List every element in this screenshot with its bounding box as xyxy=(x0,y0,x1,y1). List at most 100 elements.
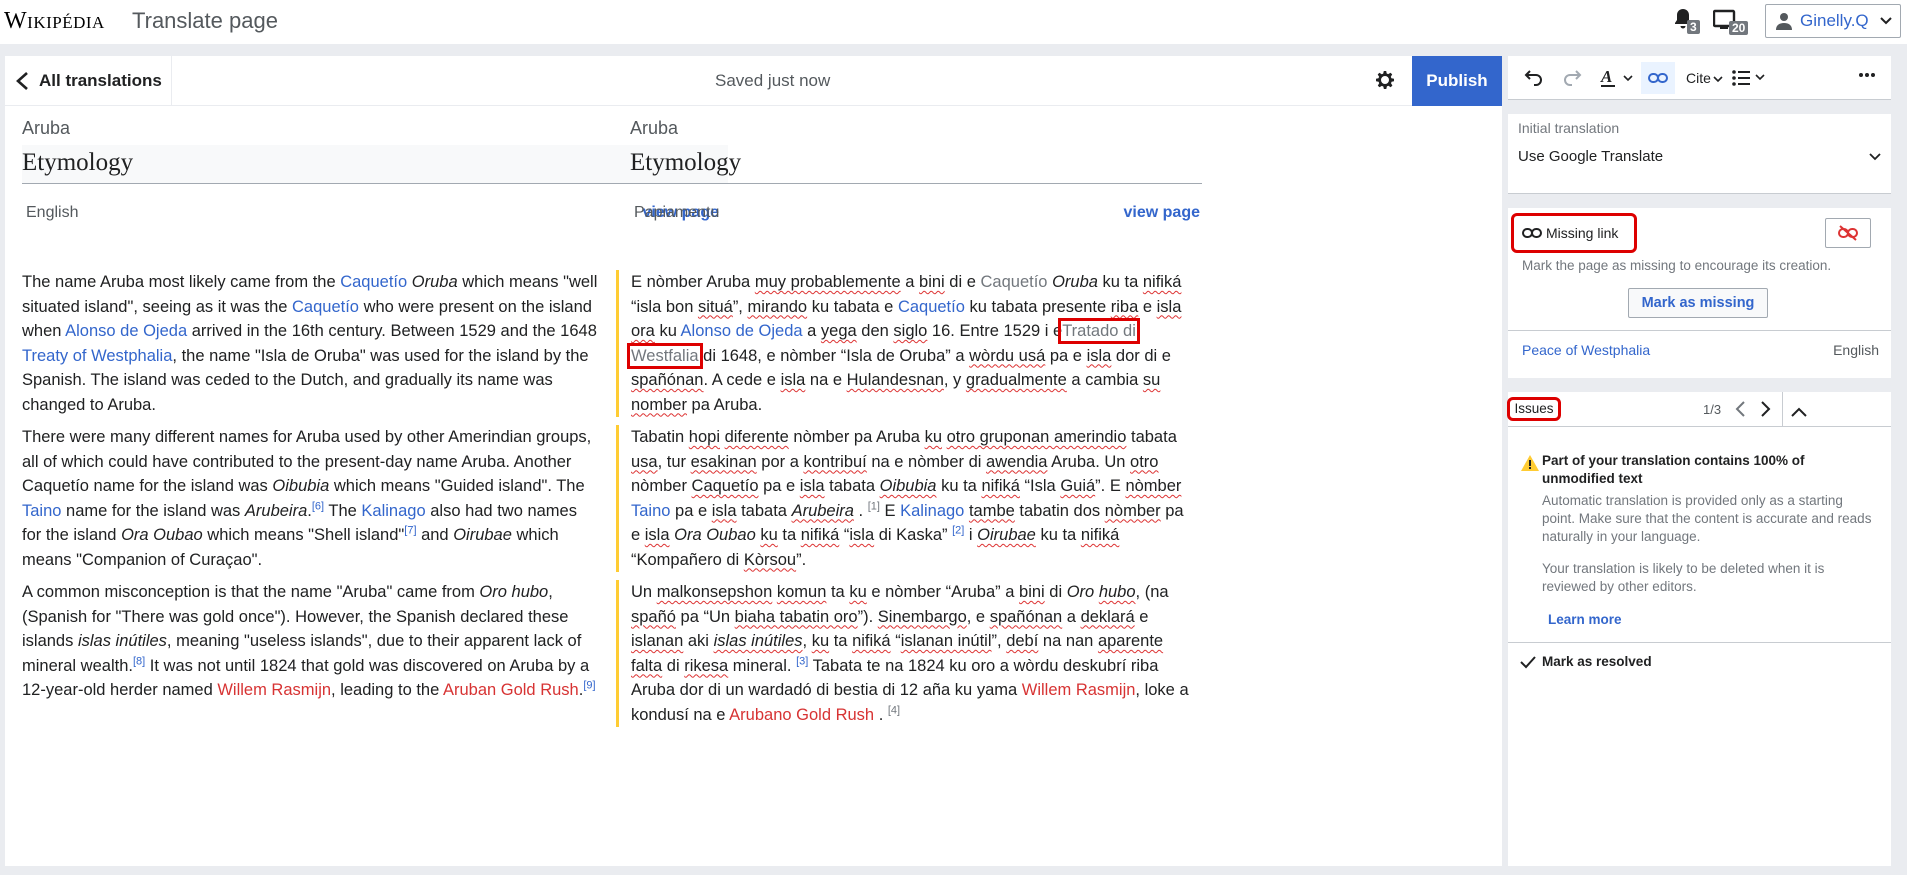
translation-editor: All translations Saved just now Publish … xyxy=(5,56,1502,866)
chevron-down-icon xyxy=(1869,152,1881,160)
link-icon xyxy=(1648,73,1668,83)
top-header: Wikipédia Translate page 3 20 Ginelly.Q xyxy=(0,0,1907,44)
initial-translation-card: Initial translation Use Google Translate xyxy=(1508,114,1891,194)
editor-toolbar: All translations Saved just now Publish xyxy=(5,56,1502,106)
citation[interactable]: [1] xyxy=(868,500,880,512)
target-paragraph-1[interactable]: E nòmber Aruba muy probablemente a bini … xyxy=(616,270,1192,417)
svg-text:A: A xyxy=(1600,68,1612,86)
link-caquetio[interactable]: Caquetío xyxy=(898,298,965,316)
link-aruban-gold-rush[interactable]: Aruban Gold Rush xyxy=(443,681,579,699)
citation[interactable]: [7] xyxy=(404,525,416,537)
more-options-button[interactable] xyxy=(1858,66,1876,88)
link-caquetio[interactable]: Caquetío xyxy=(292,298,359,316)
citation[interactable]: [9] xyxy=(583,680,595,692)
text-style-button[interactable]: A xyxy=(1600,67,1634,92)
save-status: Saved just now xyxy=(715,71,831,90)
separator xyxy=(1508,100,1891,114)
user-menu-button[interactable]: Ginelly.Q xyxy=(1765,4,1901,38)
unlink-icon xyxy=(1838,225,1858,241)
format-toolbar: A Cite xyxy=(1508,56,1891,100)
chevron-left-icon xyxy=(1735,401,1745,417)
target-page-title: Aruba xyxy=(630,118,679,138)
link-taino[interactable]: Taino xyxy=(22,502,61,520)
logo-text: Wikipédia xyxy=(4,8,105,34)
divider xyxy=(1782,392,1783,426)
link-alonso-de-ojeda[interactable]: Alonso de Ojeda xyxy=(681,322,803,340)
initial-translation-label: Initial translation xyxy=(1518,120,1620,136)
alerts-button[interactable]: 20 xyxy=(1712,9,1753,37)
publish-button[interactable]: Publish xyxy=(1412,56,1502,106)
undo-icon xyxy=(1524,70,1542,86)
issues-card: Issues 1/3 Part of your translation cont… xyxy=(1507,392,1891,692)
target-language: Papiamentu xyxy=(634,204,720,221)
wikipedia-logo[interactable]: Wikipédia xyxy=(4,8,105,35)
issues-title: Issues xyxy=(1507,397,1561,421)
citation[interactable]: [8] xyxy=(133,655,145,667)
divider xyxy=(1508,426,1891,427)
link-caquetio[interactable]: Caquetío xyxy=(340,273,407,291)
username: Ginelly.Q xyxy=(1800,11,1869,30)
issue-warning-title: Part of your translation contains 100% o… xyxy=(1542,453,1805,486)
chevron-right-icon xyxy=(1761,401,1771,417)
divider xyxy=(1508,330,1891,331)
issue-body-2: Your translation is likely to be deleted… xyxy=(1542,561,1825,594)
source-link-peace-of-westphalia[interactable]: Peace of Westphalia xyxy=(1522,342,1650,358)
missing-link-card: Missing link Mark the page as missing to… xyxy=(1508,208,1891,400)
issues-counter: 1/3 xyxy=(1703,402,1722,417)
separator xyxy=(1508,378,1891,392)
target-paragraph-2[interactable]: Tabatin hopi diferente nòmber pa Aruba k… xyxy=(616,425,1192,572)
collapse-issues-button[interactable] xyxy=(1790,403,1808,423)
next-issue-button[interactable] xyxy=(1760,400,1772,423)
notifications-count: 3 xyxy=(1687,20,1700,34)
target-paragraph-3[interactable]: Un malkonsepshon komun ta ku e nòmber “A… xyxy=(616,580,1192,727)
source-link-language: English xyxy=(1833,342,1879,358)
link-button[interactable] xyxy=(1641,62,1675,94)
citation[interactable]: [4] xyxy=(888,704,900,716)
target-view-page-link[interactable]: view page xyxy=(1124,204,1200,222)
source-paragraph-3: A common misconception is that the name … xyxy=(22,583,596,699)
link-taino[interactable]: Taino xyxy=(631,502,670,520)
link-treaty-of-westphalia[interactable]: Treaty of Westphalia xyxy=(22,347,172,365)
mark-as-resolved-label: Mark as resolved xyxy=(1542,654,1652,669)
missing-link-description: Mark the page as missing to encourage it… xyxy=(1522,258,1832,273)
all-translations-button[interactable]: All translations xyxy=(5,56,172,106)
list-button[interactable] xyxy=(1732,70,1766,90)
previous-issue-button[interactable] xyxy=(1734,400,1746,423)
mark-as-missing-button[interactable]: Mark as missing xyxy=(1628,288,1768,318)
link-caquetio[interactable]: Caquetío xyxy=(981,273,1048,291)
remove-link-button[interactable] xyxy=(1825,218,1871,248)
missing-link-title-text: Missing link xyxy=(1546,225,1619,241)
cite-button[interactable]: Cite xyxy=(1686,70,1723,86)
list-icon xyxy=(1732,70,1765,86)
all-translations-label: All translations xyxy=(39,71,162,90)
settings-button[interactable] xyxy=(1373,68,1397,97)
link-kalinago[interactable]: Kalinago xyxy=(900,502,964,520)
divider xyxy=(1508,642,1891,643)
mark-as-resolved-button[interactable]: Mark as resolved xyxy=(1520,654,1652,669)
alerts-count: 20 xyxy=(1729,21,1749,35)
undo-button[interactable] xyxy=(1524,68,1544,90)
source-paragraph-1: The name Aruba most likely came from the… xyxy=(22,273,598,414)
link-willem-rasmijn[interactable]: Willem Rasmijn xyxy=(1022,681,1136,699)
cite-label: Cite xyxy=(1686,70,1711,86)
issue-body-1: Automatic translation is provided only a… xyxy=(1542,493,1872,544)
tools-sidebar: A Cite Initial translation Use Google Tr… xyxy=(1507,56,1891,866)
citation[interactable]: [6] xyxy=(312,500,324,512)
notifications-button[interactable]: 3 xyxy=(1673,8,1700,36)
link-alonso-de-ojeda[interactable]: Alonso de Ojeda xyxy=(65,322,187,340)
target-language-row: Papiamentu view page xyxy=(616,204,1202,222)
citation[interactable]: [3] xyxy=(796,655,808,667)
link-arubano-gold-rush[interactable]: Arubano Gold Rush xyxy=(729,706,874,724)
target-section-title[interactable]: Etymology xyxy=(630,145,1202,184)
chevron-down-icon xyxy=(1880,17,1892,25)
citation[interactable]: [2] xyxy=(952,525,964,537)
target-column: Aruba Etymology Papiamentu view page E n… xyxy=(616,106,1202,727)
missing-link-title: Missing link xyxy=(1511,213,1637,253)
redo-button[interactable] xyxy=(1562,68,1582,90)
source-paragraph-2: There were many different names for Arub… xyxy=(22,428,592,569)
machine-translation-value: Use Google Translate xyxy=(1518,148,1664,165)
learn-more-link[interactable]: Learn more xyxy=(1548,612,1622,627)
machine-translation-select[interactable]: Use Google Translate xyxy=(1518,148,1881,165)
link-kalinago[interactable]: Kalinago xyxy=(361,502,425,520)
link-willem-rasmijn[interactable]: Willem Rasmijn xyxy=(217,681,331,699)
